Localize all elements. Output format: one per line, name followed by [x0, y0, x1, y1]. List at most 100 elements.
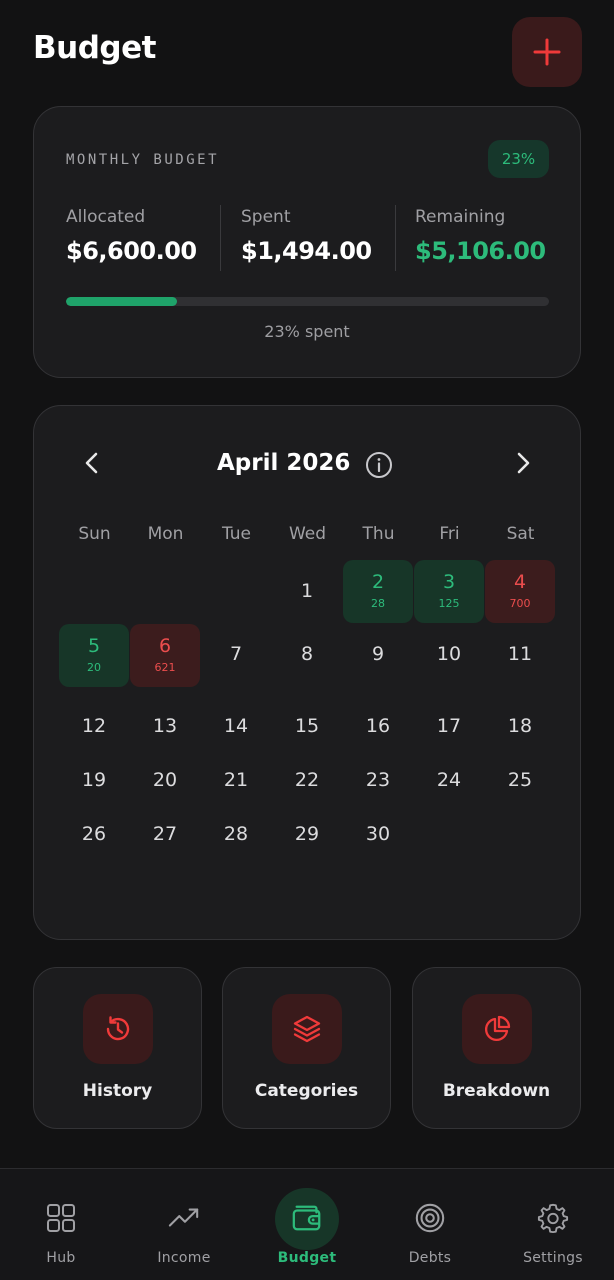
calendar-day[interactable]: 6 621 — [130, 624, 200, 687]
previous-month-button[interactable] — [77, 448, 107, 478]
day-number: 29 — [294, 823, 320, 845]
budget-progress-bar — [66, 297, 549, 306]
day-number: 6 — [158, 635, 172, 657]
page-title: Budget — [33, 30, 156, 66]
day-number: 11 — [507, 643, 533, 665]
day-amount: 125 — [438, 597, 460, 610]
pie-chart-icon — [484, 1015, 511, 1042]
calendar-day[interactable]: 28 — [201, 804, 271, 867]
calendar-day[interactable]: 7 — [201, 624, 271, 687]
header: Budget — [0, 0, 614, 100]
day-number: 28 — [223, 823, 249, 845]
weekday-label: Mon — [147, 524, 184, 544]
day-amount: 28 — [371, 597, 385, 610]
chevron-right-icon — [517, 452, 530, 474]
breakdown-card[interactable]: Breakdown — [412, 967, 581, 1129]
day-number: 10 — [436, 643, 462, 665]
target-icon — [414, 1202, 446, 1234]
progress-text: 23% spent — [264, 322, 350, 341]
trend-up-icon — [168, 1202, 200, 1234]
calendar-day[interactable]: 11 — [485, 624, 555, 687]
calendar-day[interactable]: 9 — [343, 624, 413, 687]
day-number: 8 — [300, 643, 314, 665]
day-number: 14 — [223, 715, 249, 737]
allocated-label: Allocated — [66, 207, 146, 227]
nav-item-income[interactable]: Income — [129, 1169, 239, 1280]
bottom-nav: Hub Income Budget Debts Settings — [0, 1168, 614, 1280]
calendar-day[interactable]: 1 — [272, 560, 342, 623]
day-number: 19 — [81, 769, 107, 791]
nav-item-settings[interactable]: Settings — [498, 1169, 608, 1280]
calendar-day[interactable]: 27 — [130, 804, 200, 867]
day-number: 9 — [371, 643, 385, 665]
day-number: 24 — [436, 769, 462, 791]
day-number: 12 — [81, 715, 107, 737]
day-number: 17 — [436, 715, 462, 737]
day-number: 1 — [300, 580, 314, 602]
nav-label-hub: Hub — [46, 1250, 76, 1266]
nav-item-budget[interactable]: Budget — [252, 1169, 362, 1280]
day-number: 23 — [365, 769, 391, 791]
day-number: 7 — [229, 643, 243, 665]
calendar-day[interactable]: 8 — [272, 624, 342, 687]
day-number: 22 — [294, 769, 320, 791]
calendar-day[interactable]: 26 — [59, 804, 129, 867]
day-number: 13 — [152, 715, 178, 737]
wallet-icon — [291, 1202, 323, 1234]
calendar-day[interactable]: 24 — [414, 750, 484, 813]
breakdown-label: Breakdown — [442, 1081, 551, 1101]
nav-item-debts[interactable]: Debts — [375, 1169, 485, 1280]
allocated-stat: Allocated $6,600.00 — [66, 207, 197, 265]
calendar-day[interactable]: 30 — [343, 804, 413, 867]
day-amount: 621 — [154, 661, 176, 674]
month-title: April 2026 — [217, 450, 351, 476]
nav-item-hub[interactable]: Hub — [6, 1169, 116, 1280]
divider — [395, 205, 396, 271]
weekday-label: Sat — [506, 524, 535, 544]
next-month-button[interactable] — [508, 448, 538, 478]
budget-progress-fill — [66, 297, 178, 306]
chevron-left-icon — [85, 452, 98, 474]
day-number: 5 — [87, 635, 101, 657]
nav-label-income: Income — [157, 1250, 211, 1266]
nav-label-debts: Debts — [408, 1250, 452, 1266]
day-number: 16 — [365, 715, 391, 737]
history-card[interactable]: History — [33, 967, 202, 1129]
calendar-day[interactable]: 3 125 — [414, 560, 484, 623]
categories-card[interactable]: Categories — [222, 967, 391, 1129]
calendar-day[interactable]: 2 28 — [343, 560, 413, 623]
remaining-label: Remaining — [415, 207, 506, 227]
day-number: 27 — [152, 823, 178, 845]
calendar-day[interactable]: 5 20 — [59, 624, 129, 687]
calendar-card: April 2026 Sun Mon Tue Wed Thu Fri Sat 1 2 28 3 12… — [33, 405, 581, 940]
day-number: 30 — [365, 823, 391, 845]
budget-label: MONTHLY BUDGET — [66, 152, 220, 168]
weekday-label: Wed — [288, 524, 327, 544]
categories-icon-wrap — [272, 994, 342, 1064]
spent-value: $1,494.00 — [241, 237, 372, 265]
day-number: 2 — [371, 571, 385, 593]
calendar-day[interactable]: 25 — [485, 750, 555, 813]
remaining-stat: Remaining $5,106.00 — [415, 207, 546, 265]
categories-label: Categories — [254, 1081, 359, 1101]
calendar-day[interactable]: 10 — [414, 624, 484, 687]
day-number: 25 — [507, 769, 533, 791]
plus-icon — [533, 38, 561, 66]
nav-label-settings: Settings — [523, 1250, 583, 1266]
history-label: History — [82, 1081, 153, 1101]
info-button[interactable] — [365, 451, 393, 479]
weekday-label: Sun — [78, 524, 111, 544]
add-button[interactable] — [512, 17, 582, 87]
day-number: 4 — [513, 571, 527, 593]
remaining-value: $5,106.00 — [415, 237, 546, 265]
calendar-day[interactable]: 29 — [272, 804, 342, 867]
allocated-value: $6,600.00 — [66, 237, 197, 265]
day-number: 21 — [223, 769, 249, 791]
calendar-day[interactable]: 4 700 — [485, 560, 555, 623]
gear-icon — [537, 1202, 569, 1234]
divider — [220, 205, 221, 271]
day-number: 15 — [294, 715, 320, 737]
history-icon — [106, 1016, 130, 1041]
day-number: 3 — [442, 571, 456, 593]
monthly-budget-card: MONTHLY BUDGET 23% Allocated $6,600.00 S… — [33, 106, 581, 378]
